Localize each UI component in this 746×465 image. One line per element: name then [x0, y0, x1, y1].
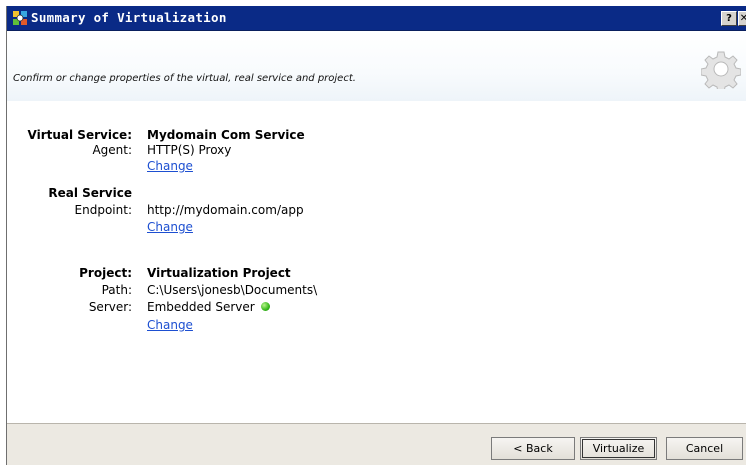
window-title: Summary of Virtualization	[31, 10, 227, 25]
title-bar[interactable]: Summary of Virtualization ? ✕	[7, 6, 746, 31]
server-status-icon	[260, 302, 270, 311]
server-value: Embedded Server	[147, 300, 255, 314]
agent-label: Agent:	[92, 143, 132, 157]
virtual-service-value: Mydomain Com Service	[147, 128, 305, 142]
back-button[interactable]: < Back	[491, 437, 575, 460]
endpoint-value: http://mydomain.com/app	[147, 203, 304, 217]
path-label: Path:	[101, 283, 132, 297]
virtualize-button[interactable]: Virtualize	[580, 437, 657, 460]
project-value: Virtualization Project	[147, 266, 291, 280]
gear-icon	[701, 51, 741, 89]
project-label: Project:	[79, 266, 132, 280]
button-bar: < Back Virtualize Cancel	[7, 423, 746, 465]
cancel-button[interactable]: Cancel	[666, 437, 743, 460]
virtual-service-label: Virtual Service:	[27, 128, 132, 142]
header-subtitle: Confirm or change properties of the virt…	[13, 73, 356, 84]
dialog-window: Summary of Virtualization ? ✕ Confirm or…	[6, 6, 746, 465]
real-service-change-link[interactable]: Change	[147, 220, 193, 234]
help-button[interactable]: ?	[721, 11, 737, 26]
real-service-label: Real Service	[48, 186, 132, 200]
summary-content: Virtual Service: Mydomain Com Service Ag…	[7, 101, 746, 423]
virtualization-app-icon	[13, 11, 27, 25]
header-band: Confirm or change properties of the virt…	[7, 31, 746, 101]
agent-value: HTTP(S) Proxy	[147, 143, 232, 157]
path-value: C:\Users\jonesb\Documents\	[147, 283, 318, 297]
server-value-wrap: Embedded Server	[147, 300, 270, 314]
server-label: Server:	[88, 300, 132, 314]
virtual-service-change-link[interactable]: Change	[147, 159, 193, 173]
endpoint-label: Endpoint:	[74, 203, 132, 217]
project-change-link[interactable]: Change	[147, 318, 193, 332]
close-button[interactable]: ✕	[738, 11, 746, 26]
